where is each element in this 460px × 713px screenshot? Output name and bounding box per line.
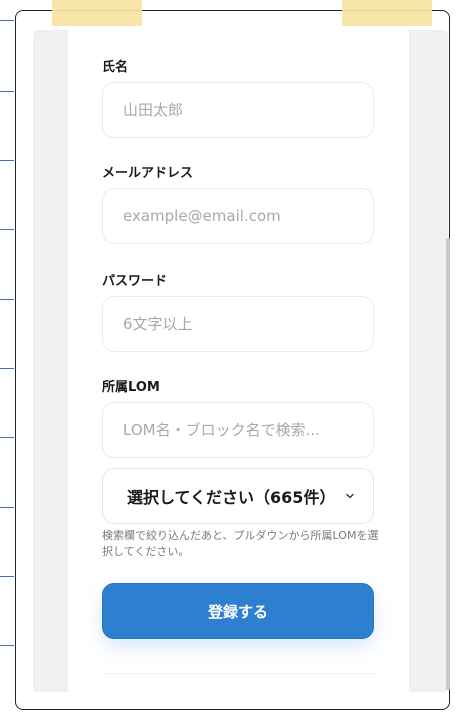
notebook-edge-line [0, 91, 14, 92]
scrollbar-thumb[interactable] [446, 238, 450, 690]
register-button[interactable]: 登録する [102, 583, 374, 639]
lom-hint-text: 検索欄で絞り込んだあと、プルダウンから所属LOMを選択してください。 [102, 529, 379, 558]
name-field-wrapper[interactable] [102, 82, 374, 138]
name-input[interactable] [121, 100, 373, 120]
email-field-wrapper[interactable] [102, 188, 374, 244]
notebook-edge-line [0, 299, 14, 300]
notebook-edge-line [0, 229, 14, 230]
notebook-edge-line [0, 368, 14, 369]
password-input[interactable] [121, 314, 373, 334]
lom-search-wrapper[interactable] [102, 402, 374, 458]
tape-left [52, 0, 142, 26]
notebook-edge-line [0, 576, 14, 577]
notebook-edge-line [0, 160, 14, 161]
lom-select-value: 選択してください（665件） [127, 488, 336, 507]
notebook-edge-line [0, 645, 14, 646]
name-label: 氏名 [102, 60, 129, 75]
lom-search-input[interactable] [121, 420, 373, 440]
chevron-down-icon [345, 491, 355, 501]
notebook-edge-line [0, 437, 14, 438]
tape-right [342, 0, 432, 26]
app-viewport: 氏名 メールアドレス パスワード 所属LOM 選択してください（665件） [0, 0, 460, 713]
notebook-edge-line [0, 507, 14, 508]
lom-select[interactable]: 選択してください（665件） [102, 468, 374, 524]
email-label: メールアドレス [102, 166, 194, 181]
password-field-wrapper[interactable] [102, 296, 374, 352]
lom-label: 所属LOM [102, 380, 160, 395]
password-label: パスワード [102, 274, 168, 289]
form-divider [102, 673, 374, 674]
registration-form: 氏名 メールアドレス パスワード 所属LOM 選択してください（665件） [68, 30, 409, 692]
email-input[interactable] [121, 206, 373, 226]
notebook-edge-line [0, 20, 14, 21]
